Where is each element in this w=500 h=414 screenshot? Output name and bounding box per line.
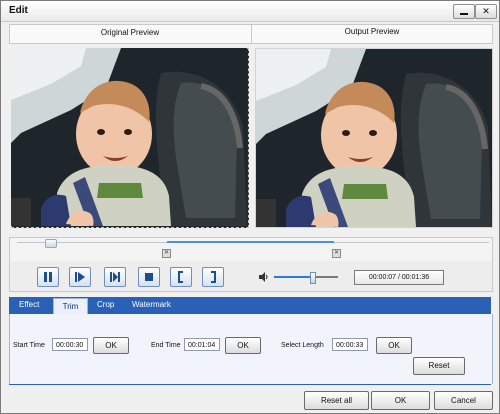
reset-button[interactable]: Reset: [413, 357, 465, 375]
original-preview-video: [11, 48, 249, 228]
panel-bottom-border: [9, 384, 491, 385]
minimize-icon: [460, 13, 468, 15]
output-preview-label: Output Preview: [251, 27, 492, 40]
step-forward-icon: [110, 272, 120, 282]
tab-trim[interactable]: Trim: [53, 298, 88, 315]
title-bar: Edit ✕: [1, 1, 499, 22]
preview-header: Original Preview Output Preview: [9, 24, 493, 44]
set-end-button[interactable]: [202, 267, 224, 287]
ok-button[interactable]: OK: [371, 391, 430, 410]
window-title: Edit: [9, 5, 28, 16]
end-ok-button[interactable]: OK: [225, 337, 261, 354]
baby-car-seat-image: [256, 49, 492, 227]
edit-tabs: Effect Trim Crop Watermark: [9, 297, 491, 315]
cancel-button[interactable]: Cancel: [434, 391, 493, 410]
length-ok-button[interactable]: OK: [376, 337, 412, 354]
volume-fill: [274, 276, 310, 278]
tab-watermark[interactable]: Watermark: [132, 300, 171, 309]
bracket-left-icon: [178, 271, 183, 283]
reset-all-button[interactable]: Reset all: [304, 391, 369, 410]
end-time-field[interactable]: 00:01:04: [184, 338, 220, 351]
speaker-icon[interactable]: [259, 272, 269, 282]
baby-car-seat-image: [11, 48, 247, 226]
close-button[interactable]: ✕: [475, 4, 497, 19]
pause-icon: [44, 272, 52, 282]
tab-crop[interactable]: Crop: [97, 300, 114, 309]
bracket-right-icon: [211, 271, 216, 283]
volume-knob[interactable]: [310, 272, 316, 284]
start-time-field[interactable]: 00:00:30: [52, 338, 88, 351]
timeline[interactable]: ✕ ✕: [9, 237, 493, 263]
edit-window: Edit ✕ Original Preview Output Preview ✕…: [0, 0, 500, 414]
trim-end-marker[interactable]: ✕: [332, 249, 341, 258]
next-frame-button[interactable]: [104, 267, 126, 287]
set-start-button[interactable]: [170, 267, 192, 287]
time-display: 00:00:07 / 00:01:36: [354, 270, 444, 285]
output-preview-video: [255, 48, 493, 228]
select-length-field[interactable]: 00:00:33: [332, 338, 368, 351]
minimize-button[interactable]: [453, 4, 475, 19]
stop-icon: [145, 273, 153, 281]
pause-button[interactable]: [37, 267, 59, 287]
stop-button[interactable]: [138, 267, 160, 287]
playhead-handle[interactable]: [45, 239, 57, 248]
select-length-label: Select Length: [281, 342, 324, 349]
play-next-icon: [75, 272, 85, 282]
play-button[interactable]: [69, 267, 91, 287]
original-preview-label: Original Preview: [100, 28, 160, 37]
close-icon: ✕: [482, 6, 490, 16]
trim-range: [167, 241, 334, 243]
start-time-label: Start Time: [13, 342, 45, 349]
trim-start-marker[interactable]: ✕: [162, 249, 171, 258]
start-ok-button[interactable]: OK: [93, 337, 129, 354]
tab-effect[interactable]: Effect: [19, 300, 39, 309]
end-time-label: End Time: [151, 342, 181, 349]
playback-controls: 00:00:07 / 00:01:36: [9, 261, 493, 292]
volume-slider[interactable]: [274, 272, 338, 284]
